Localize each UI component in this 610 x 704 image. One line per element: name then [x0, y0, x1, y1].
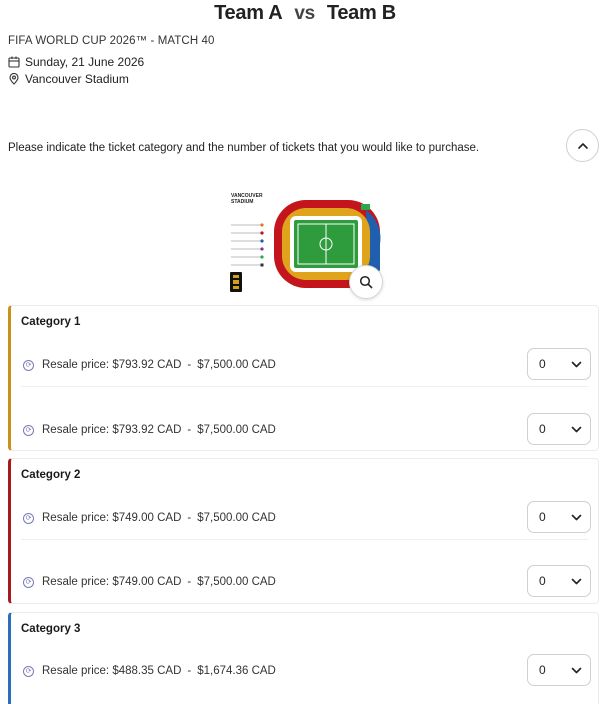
row-divider: [21, 386, 588, 387]
price-dash: -: [187, 665, 192, 677]
collapse-button[interactable]: [566, 129, 599, 162]
quantity-value: 0: [539, 422, 546, 436]
resale-label: Resale price:: [42, 576, 110, 588]
quantity-value: 0: [539, 510, 546, 524]
resale-label: Resale price:: [42, 359, 110, 371]
quantity-value: 0: [539, 663, 546, 677]
price-min: $793.92 CAD: [112, 424, 182, 436]
quantity-value: 0: [539, 574, 546, 588]
category-3-title: Category 3: [21, 623, 81, 635]
map-title-line2: STADIUM: [231, 199, 253, 205]
price-min: $793.92 CAD: [112, 359, 182, 371]
chevron-down-icon: [571, 578, 582, 584]
match-venue: Vancouver Stadium: [8, 72, 129, 86]
price-dash: -: [187, 424, 192, 436]
map-legend: [231, 223, 264, 267]
date-text: Sunday, 21 June 2026: [25, 55, 145, 69]
price-dash: -: [187, 576, 192, 588]
venue-text: Vancouver Stadium: [25, 72, 129, 86]
resale-icon: ⟳: [23, 424, 34, 436]
resale-icon: ⟳: [23, 576, 34, 588]
resale-label: Resale price:: [42, 665, 110, 677]
ticket-row: ⟳ Resale price: $793.92 CAD - $7,500.00 …: [11, 386, 598, 451]
resale-label: Resale price:: [42, 512, 110, 524]
match-name: FIFA WORLD CUP 2026™ - MATCH 40: [8, 35, 215, 47]
price-max: $7,500.00 CAD: [197, 359, 276, 371]
chevron-up-icon: [577, 142, 588, 149]
quantity-select[interactable]: 0: [527, 654, 591, 686]
quantity-select[interactable]: 0: [527, 501, 591, 533]
category-2-title: Category 2: [21, 469, 81, 481]
price-min: $749.00 CAD: [112, 512, 182, 524]
resale-price: ⟳ Resale price: $793.92 CAD - $7,500.00 …: [23, 359, 276, 371]
resale-icon: ⟳: [23, 512, 34, 524]
magnifier-icon: [359, 275, 373, 289]
quantity-select[interactable]: 0: [527, 413, 591, 445]
price-min: $488.35 CAD: [112, 665, 182, 677]
chevron-down-icon: [571, 514, 582, 520]
quantity-select[interactable]: 0: [527, 348, 591, 380]
fifa-trophy-logo: [230, 272, 242, 292]
location-pin-icon: [9, 73, 19, 85]
ticket-row: ⟳ Resale price: $793.92 CAD - $7,500.00 …: [11, 346, 598, 386]
quantity-value: 0: [539, 357, 546, 371]
resale-label: Resale price:: [42, 424, 110, 436]
map-zoom-button[interactable]: [349, 265, 383, 299]
price-dash: -: [187, 359, 192, 371]
price-max: $1,674.36 CAD: [197, 665, 276, 677]
chevron-down-icon: [571, 361, 582, 367]
instructions-text: Please indicate the ticket category and …: [8, 142, 480, 154]
calendar-icon: [8, 56, 20, 68]
team-b-name: Team B: [326, 2, 396, 24]
resale-icon: ⟳: [23, 665, 34, 677]
category-1-card: Category 1 ⟳ Resale price: $793.92 CAD -…: [8, 305, 599, 451]
ticket-row: ⟳ Resale price: $749.00 CAD - $7,500.00 …: [11, 539, 598, 603]
resale-price: ⟳ Resale price: $749.00 CAD - $7,500.00 …: [23, 512, 276, 524]
resale-price: ⟳ Resale price: $749.00 CAD - $7,500.00 …: [23, 576, 276, 588]
price-max: $7,500.00 CAD: [197, 576, 276, 588]
quantity-select[interactable]: 0: [527, 565, 591, 597]
match-date: Sunday, 21 June 2026: [8, 55, 144, 69]
price-max: $7,500.00 CAD: [197, 424, 276, 436]
chevron-down-icon: [571, 667, 582, 673]
price-min: $749.00 CAD: [112, 576, 182, 588]
resale-price: ⟳ Resale price: $488.35 CAD - $1,674.36 …: [23, 665, 276, 677]
resale-icon: ⟳: [23, 359, 34, 371]
price-max: $7,500.00 CAD: [197, 512, 276, 524]
row-divider: [21, 539, 588, 540]
chevron-down-icon: [571, 426, 582, 432]
resale-price: ⟳ Resale price: $793.92 CAD - $7,500.00 …: [23, 424, 276, 436]
category-2-card: Category 2 ⟳ Resale price: $749.00 CAD -…: [8, 458, 599, 604]
match-title: Team A vs Team B: [0, 2, 610, 25]
ticket-row: ⟳ Resale price: $488.35 CAD - $1,674.36 …: [11, 652, 598, 692]
category-3-card: Category 3 ⟳ Resale price: $488.35 CAD -…: [8, 612, 599, 704]
vs-label: vs: [294, 3, 315, 24]
team-a-name: Team A: [214, 2, 283, 24]
ticket-row: ⟳ Resale price: $749.00 CAD - $7,500.00 …: [11, 499, 598, 539]
price-dash: -: [187, 512, 192, 524]
category-1-title: Category 1: [21, 316, 81, 328]
